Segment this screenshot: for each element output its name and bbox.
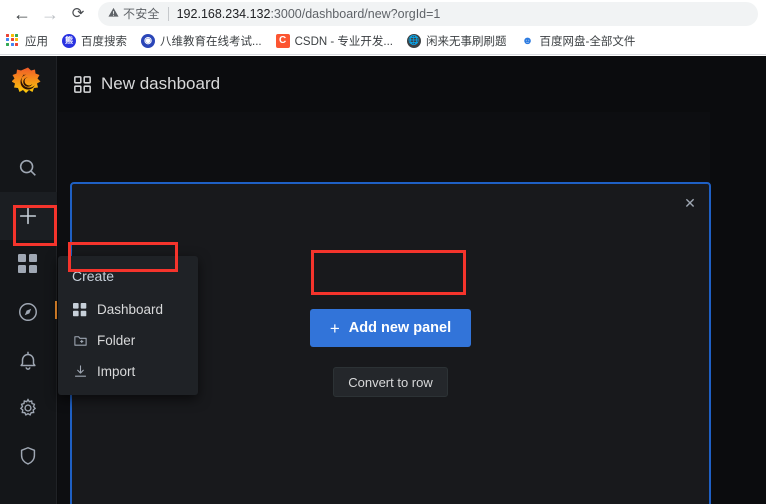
create-menu-item-label: Dashboard	[97, 302, 164, 317]
forward-icon[interactable]: →	[36, 2, 64, 26]
sidebar-item-alerting[interactable]	[0, 336, 57, 384]
bookmark-label: 八维教育在线考试...	[160, 35, 262, 48]
baidu-pan-icon: ☻	[520, 33, 535, 48]
warning-triangle-icon	[108, 7, 119, 21]
bookmarks-bar: 应用 熊 百度搜索 ◉ 八维教育在线考试... C CSDN - 专业开发...	[0, 27, 766, 55]
back-icon[interactable]: ←	[8, 2, 36, 26]
address-bar[interactable]: 不安全 192.168.234.132:3000/dashboard/new?o…	[98, 1, 758, 26]
bookmark-label: CSDN - 专业开发...	[294, 35, 393, 48]
sidebar-item-explore[interactable]	[0, 288, 57, 336]
baidu-search-icon: 熊	[62, 33, 76, 48]
url-text: 192.168.234.132:3000/dashboard/new?orgId…	[177, 7, 441, 21]
create-menu-item-label: Folder	[97, 333, 136, 348]
bookmark-label: 百度搜索	[81, 35, 127, 48]
omnibox-divider	[167, 6, 169, 21]
bookmark-apps[interactable]: 应用	[6, 33, 48, 49]
add-new-panel-label: Add new panel	[348, 320, 452, 336]
sidebar-items	[0, 144, 57, 480]
create-menu-header: Create	[72, 268, 115, 284]
url-path: :3000/dashboard/new?orgId=1	[270, 6, 441, 21]
csdn-icon: C	[275, 33, 290, 48]
bookmark-label: 应用	[25, 35, 48, 48]
create-menu-item-label: Import	[97, 364, 136, 379]
create-menu-dashboard[interactable]: Dashboard	[58, 294, 198, 325]
convert-to-row-button[interactable]: Convert to row	[333, 367, 448, 397]
sidebar-item-dashboards[interactable]	[0, 240, 57, 288]
browser-chrome: ← → ⟳ 不安全 192.168.234.132:3000/dashboard…	[0, 0, 766, 56]
screenshot-root: ← → ⟳ 不安全 192.168.234.132:3000/dashboard…	[0, 0, 766, 504]
globe-icon: 🌐	[406, 33, 421, 48]
plus-icon: +	[329, 318, 340, 338]
grafana-app: New dashboard ✕ + Add new panel Convert …	[0, 56, 766, 504]
security-indicator[interactable]: 不安全	[108, 5, 160, 22]
folder-plus-icon	[72, 333, 88, 349]
page-title: New dashboard	[101, 74, 221, 93]
grafana-logo[interactable]	[11, 66, 44, 98]
sidebar-item-create[interactable]	[0, 192, 57, 240]
bookmark-xianlai[interactable]: 🌐 闲来无事刷刷题	[406, 33, 507, 49]
security-label: 不安全	[123, 7, 160, 21]
bookmark-baidu-search[interactable]: 熊 百度搜索	[62, 33, 127, 49]
page-header: New dashboard	[58, 56, 766, 112]
bookmark-baidu-pan[interactable]: ☻ 百度网盘-全部文件	[520, 33, 635, 49]
reload-icon[interactable]: ⟳	[64, 2, 92, 26]
sidebar-active-accent	[55, 301, 57, 319]
sidebar-item-search[interactable]	[0, 144, 57, 192]
bookmark-label: 百度网盘-全部文件	[539, 35, 636, 48]
sidebar-item-server-admin[interactable]	[0, 432, 57, 480]
create-menu: Create Dashboard Folder Import	[58, 256, 198, 395]
import-icon	[72, 364, 88, 380]
bookmark-label: 闲来无事刷刷题	[425, 35, 507, 48]
sidebar-item-configuration[interactable]	[0, 384, 57, 432]
sidebar	[0, 56, 57, 504]
create-menu-folder[interactable]: Folder	[58, 325, 198, 356]
bookmark-bawei-edu[interactable]: ◉ 八维教育在线考试...	[141, 33, 262, 49]
apps-grid-icon	[74, 75, 91, 93]
add-new-panel-button[interactable]: + Add new panel	[309, 309, 472, 347]
browser-toolbar: ← → ⟳ 不安全 192.168.234.132:3000/dashboard…	[0, 0, 766, 27]
url-host: 192.168.234.132	[176, 6, 271, 21]
create-menu-import[interactable]: Import	[58, 356, 198, 387]
bookmark-csdn[interactable]: C CSDN - 专业开发...	[275, 33, 393, 49]
apps-grid-icon	[6, 33, 20, 48]
apps-grid-icon	[72, 302, 88, 318]
bawei-edu-icon: ◉	[141, 33, 155, 48]
